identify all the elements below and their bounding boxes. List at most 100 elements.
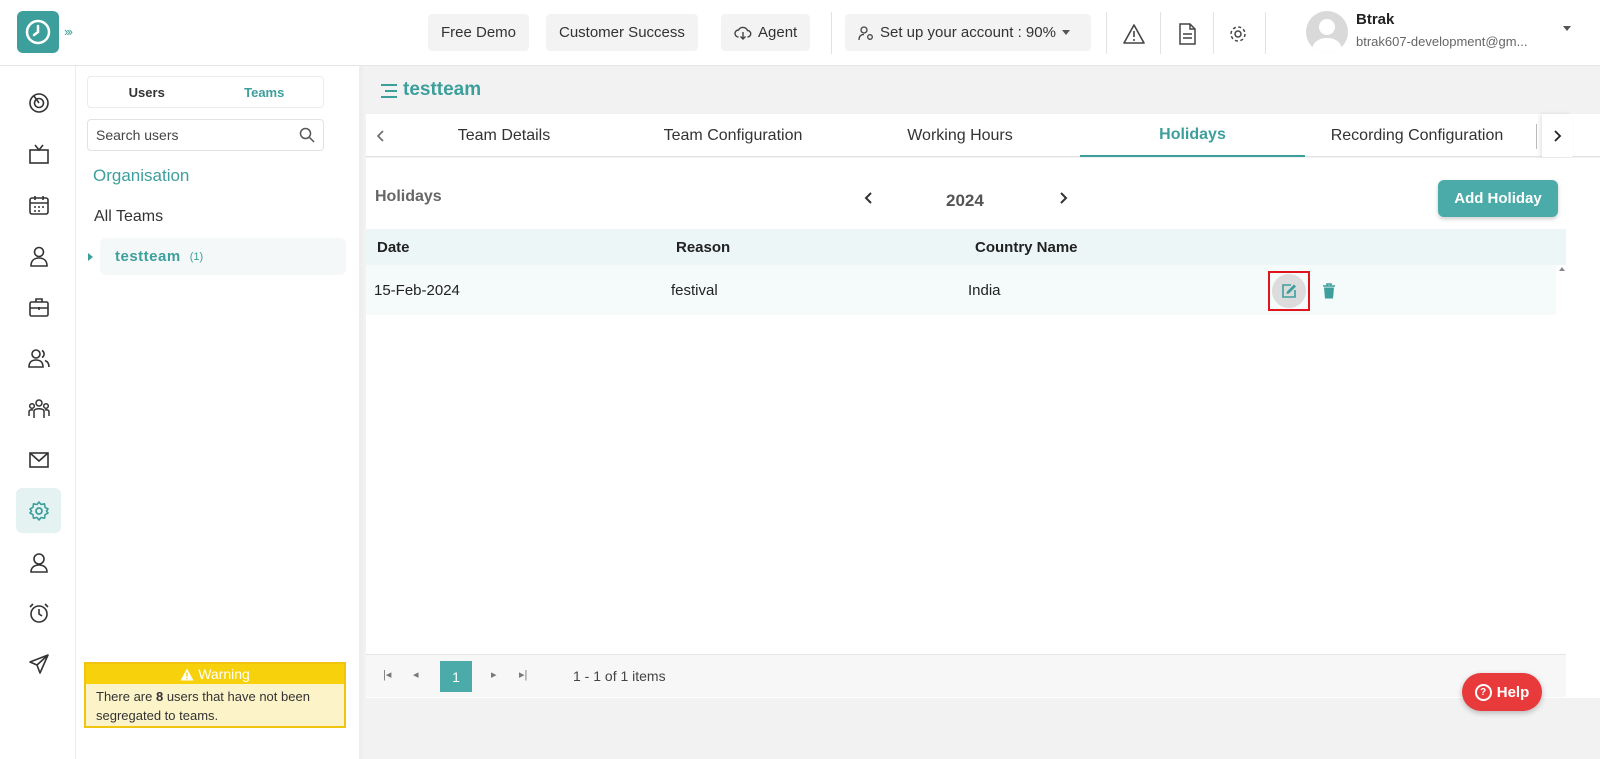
briefcase-icon[interactable] bbox=[16, 284, 61, 329]
divider bbox=[1265, 12, 1266, 54]
column-header-reason[interactable]: Reason bbox=[676, 229, 730, 265]
help-label: Help bbox=[1496, 683, 1530, 701]
search-icon[interactable] bbox=[299, 127, 315, 143]
holidays-panel: Holidays 2024 Add Holiday Date Reason Co… bbox=[366, 158, 1600, 698]
user-gear-icon bbox=[858, 25, 873, 40]
free-demo-label: Free Demo bbox=[441, 24, 517, 41]
section-title: Holidays bbox=[375, 188, 442, 205]
agent-label: Agent bbox=[758, 24, 798, 41]
alarm-icon[interactable] bbox=[16, 590, 61, 635]
mail-icon[interactable] bbox=[16, 437, 61, 482]
table-header: Date Reason Country Name bbox=[366, 229, 1566, 265]
column-header-country[interactable]: Country Name bbox=[975, 229, 1078, 265]
team-name: testteam bbox=[115, 248, 181, 265]
warning-header: Warning bbox=[86, 664, 344, 684]
tab-team-configuration[interactable]: Team Configuration bbox=[622, 114, 844, 157]
help-button[interactable]: ? Help bbox=[1462, 673, 1542, 711]
divider bbox=[1213, 12, 1214, 54]
team-tree-item[interactable]: testteam (1) bbox=[88, 238, 346, 275]
main-content: testteam Team Details Team Configuration… bbox=[363, 66, 1600, 759]
previous-year-chevron-icon[interactable] bbox=[857, 180, 881, 216]
warning-message: There are 8 users that have not been seg… bbox=[86, 684, 344, 728]
divider bbox=[1106, 12, 1107, 54]
previous-page-icon[interactable]: ◂ bbox=[413, 668, 419, 681]
teams-tab[interactable]: Teams bbox=[206, 77, 324, 107]
tab-bar: Team Details Team Configuration Working … bbox=[366, 114, 1600, 157]
pagination: |◂ ◂ 1 ▸ ▸| 1 - 1 of 1 items bbox=[366, 654, 1566, 697]
edit-button[interactable] bbox=[1268, 271, 1310, 311]
clock-logo-icon bbox=[25, 19, 51, 45]
free-demo-button[interactable]: Free Demo bbox=[428, 14, 530, 51]
settings-icon[interactable] bbox=[16, 488, 61, 533]
cell-date: 15-Feb-2024 bbox=[374, 281, 460, 299]
team-member-count: (1) bbox=[189, 250, 204, 263]
settings-gear-icon[interactable] bbox=[1225, 21, 1251, 47]
document-icon[interactable] bbox=[1174, 21, 1200, 47]
tab-team-details[interactable]: Team Details bbox=[393, 114, 615, 157]
organisation-link[interactable]: Organisation bbox=[93, 166, 189, 186]
alert-triangle-icon[interactable] bbox=[1121, 21, 1147, 47]
warning-icon bbox=[180, 668, 194, 680]
app-logo[interactable] bbox=[17, 11, 59, 53]
table-row: 15-Feb-2024 festival India bbox=[366, 265, 1556, 315]
tab-working-hours[interactable]: Working Hours bbox=[849, 114, 1071, 157]
cloud-download-icon bbox=[734, 26, 752, 40]
send-icon[interactable] bbox=[16, 641, 61, 686]
edit-icon bbox=[1272, 274, 1306, 308]
all-teams-link[interactable]: All Teams bbox=[94, 208, 163, 226]
tab-divider bbox=[1536, 124, 1537, 149]
last-page-icon[interactable]: ▸| bbox=[519, 668, 527, 681]
icon-rail bbox=[0, 66, 76, 759]
add-holiday-button[interactable]: Add Holiday bbox=[1438, 180, 1558, 217]
expand-arrow-icon[interactable] bbox=[88, 252, 93, 261]
customer-success-button[interactable]: Customer Success bbox=[546, 14, 698, 51]
tv-icon[interactable] bbox=[16, 131, 61, 176]
avatar[interactable] bbox=[1306, 11, 1348, 53]
dashboard-icon[interactable] bbox=[16, 80, 61, 125]
profile-icon[interactable] bbox=[16, 539, 61, 584]
search-box bbox=[87, 119, 324, 151]
chevron-left-icon[interactable] bbox=[366, 114, 396, 157]
warning-box: Warning There are 8 users that have not … bbox=[84, 662, 346, 728]
scrollbar[interactable] bbox=[1558, 265, 1566, 645]
top-bar: ››› Free Demo Customer Success Agent Set… bbox=[0, 0, 1600, 66]
setup-account-dropdown[interactable]: Set up your account : 90% bbox=[845, 14, 1091, 51]
cell-country: India bbox=[968, 281, 1001, 299]
team-panel: Users Teams Organisation All Teams testt… bbox=[76, 66, 363, 759]
first-page-icon[interactable]: |◂ bbox=[383, 668, 391, 681]
setup-account-label: Set up your account : 90% bbox=[880, 24, 1056, 41]
divider bbox=[831, 12, 832, 54]
tab-recording-configuration[interactable]: Recording Configuration bbox=[1312, 114, 1522, 157]
year-label: 2024 bbox=[946, 191, 984, 210]
next-year-chevron-icon[interactable] bbox=[1051, 180, 1075, 216]
user-email: btrak607-development@gm... bbox=[1356, 34, 1528, 49]
warning-title: Warning bbox=[198, 666, 250, 682]
page-number-button[interactable]: 1 bbox=[440, 661, 472, 692]
menu-icon[interactable] bbox=[380, 82, 398, 100]
chevron-down-icon[interactable] bbox=[1563, 26, 1571, 31]
customer-success-label: Customer Success bbox=[559, 24, 685, 41]
users-tab[interactable]: Users bbox=[88, 77, 206, 107]
chevron-right-icon[interactable] bbox=[1542, 114, 1572, 157]
pagination-info: 1 - 1 of 1 items bbox=[573, 668, 666, 684]
team-icon[interactable] bbox=[16, 386, 61, 431]
user-icon[interactable] bbox=[16, 233, 61, 278]
column-header-date[interactable]: Date bbox=[377, 229, 410, 265]
users-icon[interactable] bbox=[16, 335, 61, 380]
users-teams-toggle: Users Teams bbox=[87, 76, 324, 108]
delete-button[interactable] bbox=[1319, 281, 1339, 301]
help-question-icon: ? bbox=[1474, 683, 1492, 701]
team-title: testteam bbox=[403, 79, 482, 100]
agent-button[interactable]: Agent bbox=[721, 14, 811, 51]
caret-down-icon bbox=[1061, 30, 1070, 35]
calendar-icon[interactable] bbox=[16, 182, 61, 227]
divider bbox=[1160, 12, 1161, 54]
tab-holidays[interactable]: Holidays bbox=[1080, 114, 1305, 157]
scroll-up-arrow-icon[interactable] bbox=[1559, 267, 1565, 271]
double-chevron-right-icon[interactable]: ››› bbox=[64, 24, 73, 39]
cell-reason: festival bbox=[671, 281, 718, 299]
trash-icon bbox=[1323, 283, 1335, 299]
search-input[interactable] bbox=[96, 127, 299, 143]
warning-text: There are bbox=[96, 689, 156, 704]
next-page-icon[interactable]: ▸ bbox=[491, 668, 497, 681]
